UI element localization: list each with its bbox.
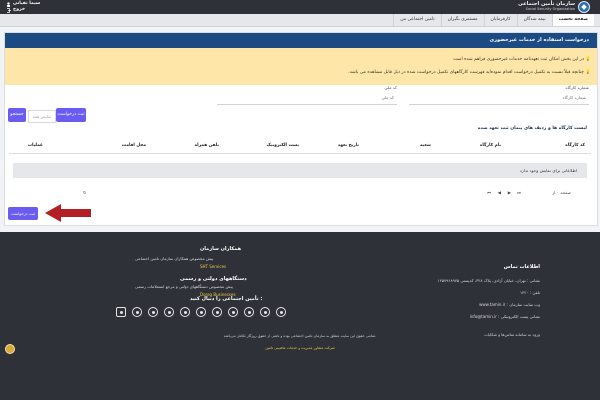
rubika-icon[interactable] bbox=[260, 307, 270, 317]
nav-item-my-tamin[interactable]: تامین اجتماعی من bbox=[393, 14, 440, 26]
prev-page-icon[interactable]: ◀ bbox=[498, 190, 501, 198]
th-branch: شعبه bbox=[419, 143, 431, 148]
bulb-icon: 💡 bbox=[583, 57, 591, 62]
partners-text: پیش مخصوص همکاران سازمان تامین اجتماعی bbox=[135, 256, 214, 261]
arrow-pointer-icon bbox=[45, 204, 91, 222]
first-page-icon[interactable]: ⏭ bbox=[517, 190, 521, 198]
national-input[interactable] bbox=[217, 91, 397, 105]
next-page-icon[interactable]: ▶ bbox=[508, 190, 511, 198]
soroush-icon[interactable] bbox=[180, 307, 190, 317]
partners-link[interactable]: SHT Services bbox=[200, 264, 226, 269]
bulb-icon: 💡 bbox=[583, 70, 591, 75]
partners-title: همکاران سازمان bbox=[200, 246, 242, 252]
last-page-icon[interactable]: ⏮ bbox=[487, 190, 491, 198]
eitaa-icon[interactable] bbox=[196, 307, 206, 317]
alert-text-1: در این بخش امکان ثبت تعهدنامه خدمات غیرح… bbox=[453, 57, 584, 62]
th-residence: محل اقامت bbox=[121, 143, 146, 148]
empty-text: اطلاعاتی برای نمایش وجود ندارد bbox=[519, 168, 577, 173]
refresh-icon[interactable]: ↻ bbox=[83, 190, 87, 198]
user-icon bbox=[6, 1, 11, 7]
contact-title: اطلاعات تماس bbox=[503, 264, 540, 270]
request-card: درخواست استفاده از خدمات غیرحضوری 💡 در ا… bbox=[4, 32, 598, 226]
alert-line-1: 💡 در این بخش امکان ثبت تعهدنامه خدمات غی… bbox=[453, 57, 591, 62]
main-navbar: صفحه نخست بیمه شدگان کارفرمایان مستمری ب… bbox=[0, 14, 600, 27]
igap-icon[interactable] bbox=[228, 307, 238, 317]
table-header: کد کارگاه نام کارگاه شعبه تاریخ تعهد پست… bbox=[9, 138, 591, 154]
nav-item-insured[interactable]: بیمه شدگان bbox=[516, 14, 552, 26]
submit-request-button[interactable]: ثبت درخواست bbox=[8, 207, 38, 220]
filter-input[interactable]: نمایش همه bbox=[28, 110, 56, 123]
copyright-text: تمامی حقوق این سایت متعلق به سازمان تامی… bbox=[223, 334, 377, 338]
th-email: پست الکترونیک bbox=[266, 143, 299, 148]
workshop-label: شماره کارگاه bbox=[565, 85, 589, 90]
logout-label: خروج bbox=[13, 7, 26, 12]
gap-icon[interactable] bbox=[244, 307, 254, 317]
national-label: کد ملی bbox=[384, 85, 397, 90]
nav-item-pensioners[interactable]: مستمری بگیران bbox=[440, 14, 484, 26]
th-mobile: تلفن همراه bbox=[194, 143, 219, 148]
aparat-icon[interactable] bbox=[132, 307, 142, 317]
social-title: تأمین اجتماعی را دنبال کنید : bbox=[190, 296, 263, 302]
list-title: لیست کارگاه ها و ردیف های پیمان ثبت تعهد… bbox=[477, 126, 587, 131]
linkedin-icon[interactable] bbox=[276, 307, 286, 317]
info-alert: 💡 در این بخش امکان ثبت تعهدنامه خدمات غی… bbox=[5, 48, 597, 85]
nav-item-employers[interactable]: کارفرمایان bbox=[483, 14, 517, 26]
logout-icon bbox=[7, 7, 11, 13]
company-link[interactable]: شرکت مشاور مدیریت و خدمات ماشینی تامین bbox=[0, 346, 600, 350]
alert-text-2: چنانچه قبلاً نسبت به تکمیل درخواست اقدام… bbox=[348, 70, 584, 75]
bale-icon[interactable] bbox=[212, 307, 222, 317]
sso-logo-icon bbox=[578, 1, 590, 13]
telegram-icon[interactable] bbox=[164, 307, 174, 317]
empty-row: اطلاعاتی برای نمایش وجود ندارد bbox=[13, 163, 587, 178]
th-name: نام کارگاه bbox=[479, 143, 501, 148]
logo-title-en: Social Security Organization bbox=[525, 7, 575, 11]
user-menu: سیما تقیانی خروج bbox=[6, 1, 40, 13]
th-date: تاریخ تعهد bbox=[337, 143, 359, 148]
top-header: سازمان تأمین اجتماعی Social Security Org… bbox=[0, 0, 600, 14]
register-button[interactable]: ثبت درخواست bbox=[56, 108, 86, 122]
gov-text: پیش مخصوص دستگاههای دولتی و مرجع استعلام… bbox=[135, 284, 233, 289]
twitter-icon[interactable] bbox=[148, 307, 158, 317]
instagram-icon[interactable] bbox=[116, 307, 126, 317]
th-actions: عملیات bbox=[27, 143, 43, 148]
logout-link[interactable]: خروج bbox=[6, 7, 40, 13]
alert-line-2: 💡 چنانچه قبلاً نسبت به تکمیل درخواست اقد… bbox=[348, 70, 591, 75]
page-label: صفحه ۰ از bbox=[552, 190, 571, 195]
contact-phone: تلفن : ۱۴۲۰ bbox=[520, 290, 540, 295]
search-button[interactable]: جستجو bbox=[8, 108, 26, 122]
logo[interactable]: سازمان تأمین اجتماعی Social Security Org… bbox=[518, 1, 590, 13]
nav-item-home[interactable]: صفحه نخست bbox=[551, 14, 594, 26]
card-header: درخواست استفاده از خدمات غیرحضوری bbox=[5, 33, 597, 48]
page-info: صفحه ۰ از bbox=[552, 190, 571, 198]
support-chat-button[interactable] bbox=[5, 344, 15, 354]
contact-website[interactable]: وب سایت سازمان : www.tamin.ir bbox=[479, 302, 540, 307]
th-code: کد کارگاه bbox=[565, 143, 585, 148]
contact-email[interactable]: نشانی پست الکترونیکی : info@tamin.ir bbox=[470, 314, 540, 319]
social-links bbox=[116, 307, 286, 317]
card-title: درخواست استفاده از خدمات غیرحضوری bbox=[489, 37, 589, 43]
gov-title: دستگاههای دولتی و رسمی bbox=[180, 276, 247, 282]
contact-address: نشانی : تهران، خیابان آزادی، پلاک ۳۲۸، ک… bbox=[437, 278, 540, 283]
workshop-input[interactable] bbox=[409, 91, 589, 105]
footer: اطلاعات تماس نشانی : تهران، خیابان آزادی… bbox=[0, 232, 600, 400]
